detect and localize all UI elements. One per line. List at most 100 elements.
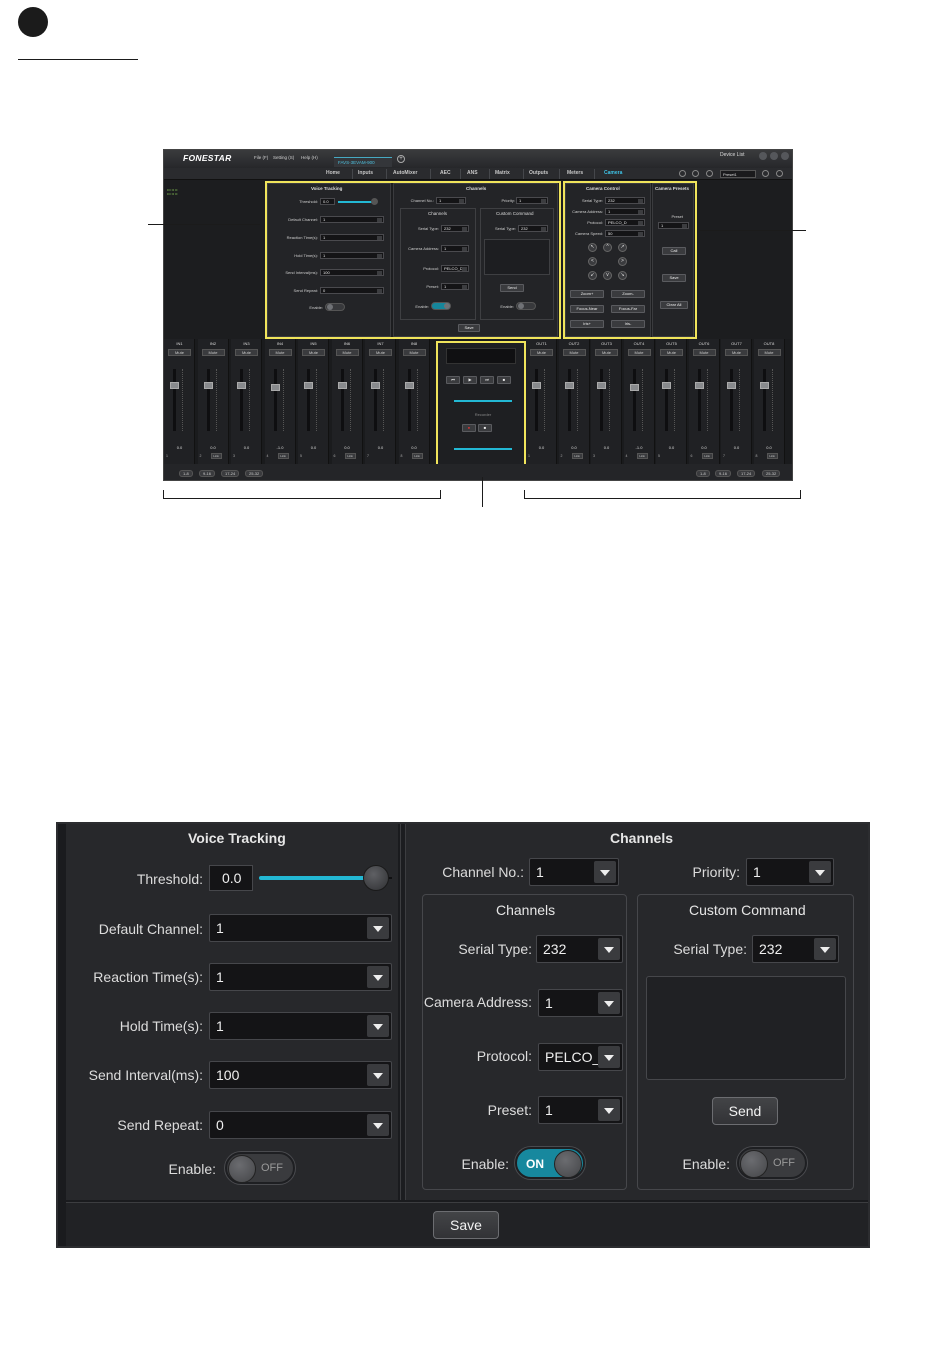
protocol-select[interactable]: PELCO_D — [538, 1043, 623, 1071]
chevron-down-icon[interactable] — [594, 861, 616, 883]
lock-icon[interactable] — [776, 170, 783, 177]
tab-matrix[interactable]: Matrix — [495, 170, 510, 176]
mute-button[interactable]: Mute — [627, 349, 651, 356]
fader-handle[interactable] — [694, 382, 704, 389]
mute-button[interactable]: Mute — [335, 349, 359, 356]
mute-button[interactable]: Mute — [369, 349, 392, 356]
threshold-slider[interactable] — [259, 876, 377, 880]
custom-enable-toggle[interactable]: OFF — [737, 1147, 807, 1179]
device-tab[interactable]: FAVS-3EVAM-900 — [334, 157, 392, 167]
default-channel-select[interactable]: 1 — [209, 914, 392, 942]
tab-inputs[interactable]: Inputs — [358, 170, 373, 176]
fader-handle[interactable] — [404, 382, 414, 389]
save-button[interactable]: Save — [433, 1211, 499, 1239]
page-25-32-button[interactable]: 25-32 — [245, 470, 264, 477]
send-button[interactable]: Send — [712, 1097, 778, 1125]
fader-handle[interactable] — [203, 382, 213, 389]
link-button[interactable]: Link — [766, 453, 778, 459]
channel-no-select[interactable]: 1 — [529, 858, 619, 886]
fader-handle[interactable] — [662, 382, 671, 389]
chevron-down-icon[interactable] — [598, 938, 620, 960]
link-button[interactable]: Link — [571, 453, 583, 459]
tab-meters[interactable]: Meters — [567, 170, 583, 176]
priority-select[interactable]: 1 — [746, 858, 834, 886]
mute-button[interactable]: Mute — [168, 349, 191, 356]
preset-select[interactable]: Preset1 — [720, 170, 756, 178]
fader-handle[interactable] — [270, 384, 280, 391]
out-page-25-32-button[interactable]: 25-32 — [762, 470, 781, 477]
hold-time-select[interactable]: 1 — [209, 1012, 392, 1040]
save-icon[interactable] — [762, 170, 769, 177]
threshold-field[interactable]: 0.0 — [209, 865, 253, 891]
tab-outputs[interactable]: Outputs — [529, 170, 548, 176]
chevron-down-icon[interactable] — [367, 1114, 389, 1136]
chevron-down-icon[interactable] — [598, 992, 620, 1014]
custom-command-textarea[interactable] — [646, 976, 846, 1080]
link-button[interactable]: Link — [636, 453, 648, 459]
fader-handle[interactable] — [170, 382, 179, 389]
fader-handle[interactable] — [629, 384, 639, 391]
fader-handle[interactable] — [564, 382, 574, 389]
fader-handle[interactable] — [727, 382, 736, 389]
reaction-time-select[interactable]: 1 — [209, 963, 392, 991]
preset-select[interactable]: 1 — [538, 1096, 623, 1124]
fader-handle[interactable] — [304, 382, 313, 389]
link-button[interactable]: Link — [344, 453, 356, 459]
fader-handle[interactable] — [371, 382, 380, 389]
mute-button[interactable]: Mute — [268, 349, 292, 356]
custom-serial-type-select[interactable]: 232 — [752, 935, 839, 963]
send-repeat-select[interactable]: 0 — [209, 1111, 392, 1139]
fader-handle[interactable] — [337, 382, 347, 389]
menu-setting[interactable]: Setting (S) — [273, 155, 294, 160]
speaker-icon[interactable] — [706, 170, 713, 177]
refresh-icon[interactable] — [679, 170, 686, 177]
chevron-down-icon[interactable] — [598, 1046, 620, 1068]
mute-button[interactable]: Mute — [201, 349, 225, 356]
threshold-slider-knob[interactable] — [363, 865, 390, 891]
mute-button[interactable]: Mute — [692, 349, 716, 356]
page-9-16-button[interactable]: 9-16 — [199, 470, 216, 477]
out-page-1-8-button[interactable]: 1-8 — [696, 470, 710, 477]
close-icon[interactable] — [781, 152, 789, 160]
chevron-down-icon[interactable] — [367, 1064, 389, 1086]
mute-button[interactable]: Mute — [595, 349, 618, 356]
send-interval-select[interactable]: 100 — [209, 1061, 392, 1089]
chevron-down-icon[interactable] — [367, 966, 389, 988]
fader-handle[interactable] — [237, 382, 246, 389]
chevron-down-icon[interactable] — [814, 938, 836, 960]
out-page-9-16-button[interactable]: 9-16 — [715, 470, 732, 477]
page-1-8-button[interactable]: 1-8 — [179, 470, 193, 477]
page-17-24-button[interactable]: 17-24 — [221, 470, 240, 477]
channel-enable-toggle[interactable]: ON — [515, 1147, 585, 1179]
mute-button[interactable]: Mute — [235, 349, 258, 356]
chevron-down-icon[interactable] — [367, 917, 389, 939]
serial-type-select[interactable]: 232 — [536, 935, 623, 963]
mute-button[interactable]: Mute — [757, 349, 781, 356]
mute-button[interactable]: Mute — [562, 349, 586, 356]
minimize-icon[interactable] — [759, 152, 767, 160]
fader-handle[interactable] — [597, 382, 606, 389]
camera-address-select[interactable]: 1 — [538, 989, 623, 1017]
device-list-label[interactable]: Device List — [720, 152, 744, 158]
mute-button[interactable]: Mute — [302, 349, 325, 356]
tab-automixer[interactable]: AutoMixer — [393, 170, 417, 176]
out-page-17-24-button[interactable]: 17-24 — [737, 470, 756, 477]
maximize-icon[interactable] — [770, 152, 778, 160]
mute-button[interactable]: Mute — [725, 349, 748, 356]
menu-file[interactable]: File (F) — [254, 155, 268, 160]
voice-tracking-enable-toggle[interactable]: OFF — [225, 1152, 295, 1184]
add-device-icon[interactable]: + — [397, 155, 405, 163]
tab-camera[interactable]: Camera — [604, 170, 622, 176]
sync-icon[interactable] — [692, 170, 699, 177]
chevron-down-icon[interactable] — [809, 861, 831, 883]
fader-handle[interactable] — [759, 382, 769, 389]
link-button[interactable]: Link — [701, 453, 713, 459]
link-button[interactable]: Link — [277, 453, 289, 459]
chevron-down-icon[interactable] — [367, 1015, 389, 1037]
tab-aec[interactable]: AEC — [440, 170, 451, 176]
link-button[interactable]: Link — [411, 453, 423, 459]
tab-home[interactable]: Home — [326, 170, 340, 176]
mute-button[interactable]: Mute — [660, 349, 683, 356]
mute-button[interactable]: Mute — [530, 349, 553, 356]
menu-help[interactable]: Help (H) — [301, 155, 318, 160]
